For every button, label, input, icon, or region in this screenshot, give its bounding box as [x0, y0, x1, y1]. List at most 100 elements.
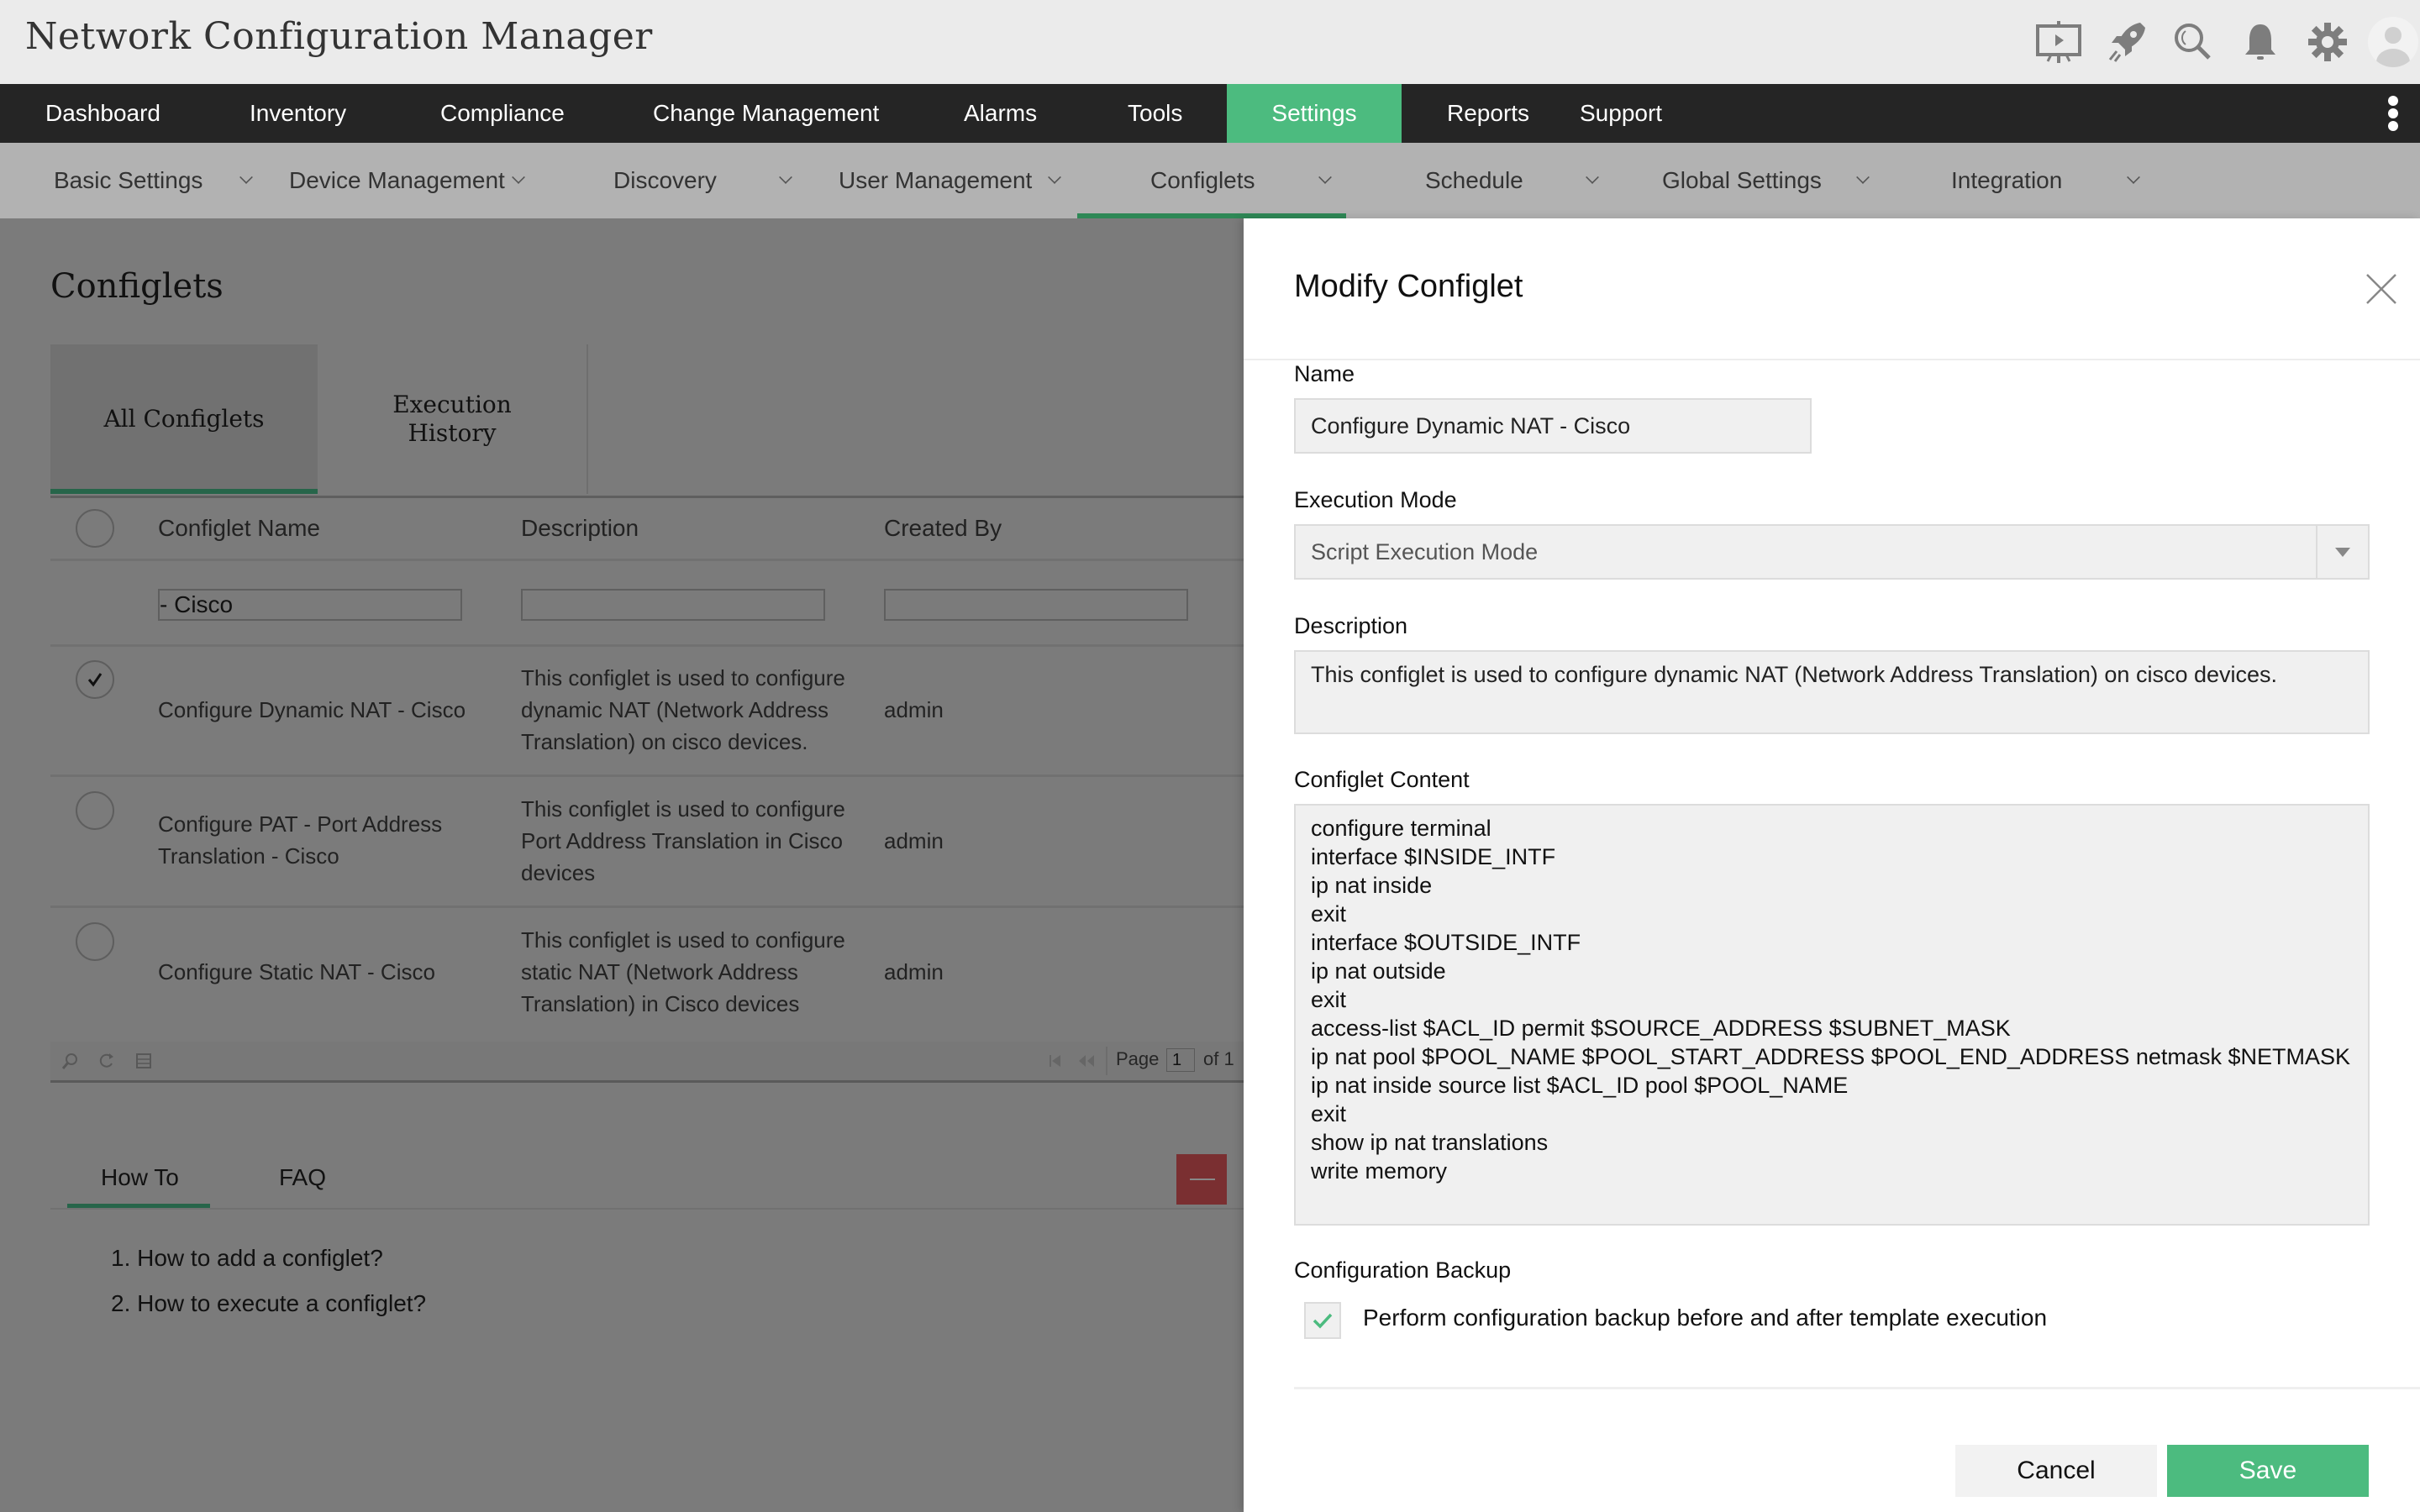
content-line: show ip nat translations — [1311, 1130, 1549, 1155]
search-icon[interactable] — [2160, 0, 2227, 84]
page-label: Page — [1116, 1048, 1160, 1069]
chevron-down-icon — [2335, 547, 2350, 557]
more-menu-icon[interactable] — [2388, 96, 2402, 131]
column-header-description[interactable]: Description — [521, 498, 639, 559]
cell-description: This configlet is used to configure dyna… — [521, 665, 845, 754]
execution-mode-select[interactable]: Script Execution Mode — [1294, 524, 2370, 580]
checkmark-icon — [1313, 1313, 1333, 1329]
help-link-add-configlet[interactable]: 1. How to add a configlet? — [111, 1245, 383, 1272]
filter-created-by-input[interactable] — [884, 589, 1188, 621]
cell-created-by: admin — [884, 697, 944, 722]
nav-dashboard[interactable]: Dashboard — [0, 84, 250, 143]
configlet-content-editor[interactable]: configure terminal interface $INSIDE_INT… — [1294, 804, 2370, 1226]
execution-mode-value: Script Execution Mode — [1311, 539, 1539, 564]
content-line: exit — [1311, 1101, 1347, 1126]
active-tab-indicator — [50, 489, 318, 494]
modify-configlet-panel: Modify Configlet Name Configure Dynamic … — [1244, 218, 2420, 1512]
presentation-icon[interactable] — [2025, 0, 2092, 84]
nav-support[interactable]: Support — [1580, 84, 1748, 143]
nav-tools[interactable]: Tools — [1128, 84, 1227, 143]
nav-inventory[interactable]: Inventory — [250, 84, 440, 143]
tab-how-to[interactable]: How To — [101, 1151, 179, 1205]
name-label: Name — [1294, 361, 1355, 386]
cell-description: This configlet is used to configure stat… — [521, 927, 845, 1016]
nav-alarms[interactable]: Alarms — [964, 84, 1128, 143]
cell-name[interactable]: Configure Static NAT - Cisco — [158, 956, 435, 988]
chevron-down-icon — [779, 171, 792, 184]
user-avatar[interactable] — [2368, 17, 2418, 67]
previous-page-icon[interactable] — [1077, 1052, 1096, 1070]
subnav-basic-settings[interactable]: Basic Settings — [54, 143, 264, 218]
cell-name[interactable]: Configure PAT - Port Address Translation… — [158, 808, 469, 872]
subnav-label: Global Settings — [1662, 167, 1822, 193]
nav-change-management[interactable]: Change Management — [653, 84, 964, 143]
subnav-configlets[interactable]: Configlets — [1077, 143, 1346, 218]
chevron-down-icon — [1856, 171, 1870, 184]
app-header: Network Configuration Manager — [0, 0, 2420, 84]
cell-created-by: admin — [884, 959, 944, 984]
row-select-radio[interactable] — [76, 791, 114, 830]
execution-mode-label: Execution Mode — [1294, 487, 1457, 512]
tab-faq[interactable]: FAQ — [279, 1151, 326, 1205]
dropdown-toggle[interactable] — [2316, 526, 2368, 578]
columns-icon[interactable] — [134, 1052, 153, 1070]
content-line: access-list $ACL_ID permit $SOURCE_ADDRE… — [1311, 1016, 2011, 1041]
content-line: interface $OUTSIDE_INTF — [1311, 930, 1581, 955]
chevron-down-icon — [1048, 171, 1061, 184]
close-icon[interactable] — [2365, 272, 2398, 306]
subnav-schedule[interactable]: Schedule — [1425, 143, 1610, 218]
row-divider — [50, 906, 1244, 908]
page-title: Configlets — [50, 267, 224, 306]
help-divider — [50, 1208, 1244, 1210]
page-number-input[interactable]: 1 — [1166, 1048, 1195, 1072]
footer-divider — [1294, 1387, 2420, 1389]
subnav-device-management[interactable]: Device Management — [289, 143, 541, 218]
help-link-execute-configlet[interactable]: 2. How to execute a configlet? — [111, 1290, 426, 1317]
refresh-icon[interactable] — [97, 1052, 116, 1070]
panel-title: Modify Configlet — [1294, 269, 1523, 304]
description-field[interactable]: This configlet is used to configure dyna… — [1294, 650, 2370, 734]
table-header: Configlet Name Description Created By — [50, 498, 1244, 559]
cell-name[interactable]: Configure Dynamic NAT - Cisco — [158, 694, 466, 726]
row-select-radio[interactable] — [76, 660, 114, 699]
subnav-discovery[interactable]: Discovery — [613, 143, 807, 218]
column-header-created-by[interactable]: Created By — [884, 498, 1002, 559]
cancel-button[interactable]: Cancel — [1955, 1445, 2157, 1497]
name-field[interactable]: Configure Dynamic NAT - Cisco — [1294, 398, 1812, 454]
nav-settings[interactable]: Settings — [1227, 84, 1402, 143]
content-line: exit — [1311, 987, 1347, 1012]
tab-all-configlets[interactable]: All Configlets — [50, 344, 318, 494]
subnav-global-settings[interactable]: Global Settings — [1662, 143, 1881, 218]
search-icon[interactable] — [60, 1052, 79, 1070]
row-select-radio[interactable] — [76, 922, 114, 961]
subnav-label: Discovery — [613, 167, 717, 193]
first-page-icon[interactable] — [1046, 1052, 1065, 1070]
tab-execution-history[interactable]: Execution History — [318, 344, 587, 494]
filter-name-input[interactable]: - Cisco — [158, 589, 462, 621]
subnav-user-management[interactable]: User Management — [839, 143, 1074, 218]
subnav-integration[interactable]: Integration — [1951, 143, 2144, 218]
nav-compliance[interactable]: Compliance — [440, 84, 653, 143]
chevron-down-icon — [1318, 171, 1332, 184]
backup-checkbox[interactable] — [1304, 1302, 1341, 1339]
filter-description-input[interactable] — [521, 589, 825, 621]
cell-created-by: admin — [884, 828, 944, 853]
gear-icon[interactable] — [2294, 0, 2361, 84]
save-button[interactable]: Save — [2167, 1445, 2369, 1497]
chevron-down-icon — [2127, 171, 2140, 184]
row-divider — [50, 644, 1244, 647]
subnav-label: Basic Settings — [54, 167, 203, 193]
minus-icon — [1190, 1179, 1215, 1180]
column-header-name[interactable]: Configlet Name — [158, 498, 320, 559]
configuration-backup-label: Configuration Backup — [1294, 1257, 1512, 1283]
rocket-icon[interactable] — [2092, 0, 2160, 84]
nav-reports[interactable]: Reports — [1402, 84, 1580, 143]
bell-icon[interactable] — [2227, 0, 2294, 84]
panel-header-divider — [1244, 359, 2420, 360]
description-label: Description — [1294, 613, 1408, 638]
collapse-help-button[interactable] — [1176, 1154, 1227, 1205]
configlets-page: Configlets All Configlets Execution Hist… — [0, 218, 1244, 1512]
select-all-radio[interactable] — [76, 509, 114, 548]
backup-option-label[interactable]: Perform configuration backup before and … — [1363, 1305, 2047, 1331]
content-line: ip nat outside — [1311, 958, 1446, 984]
